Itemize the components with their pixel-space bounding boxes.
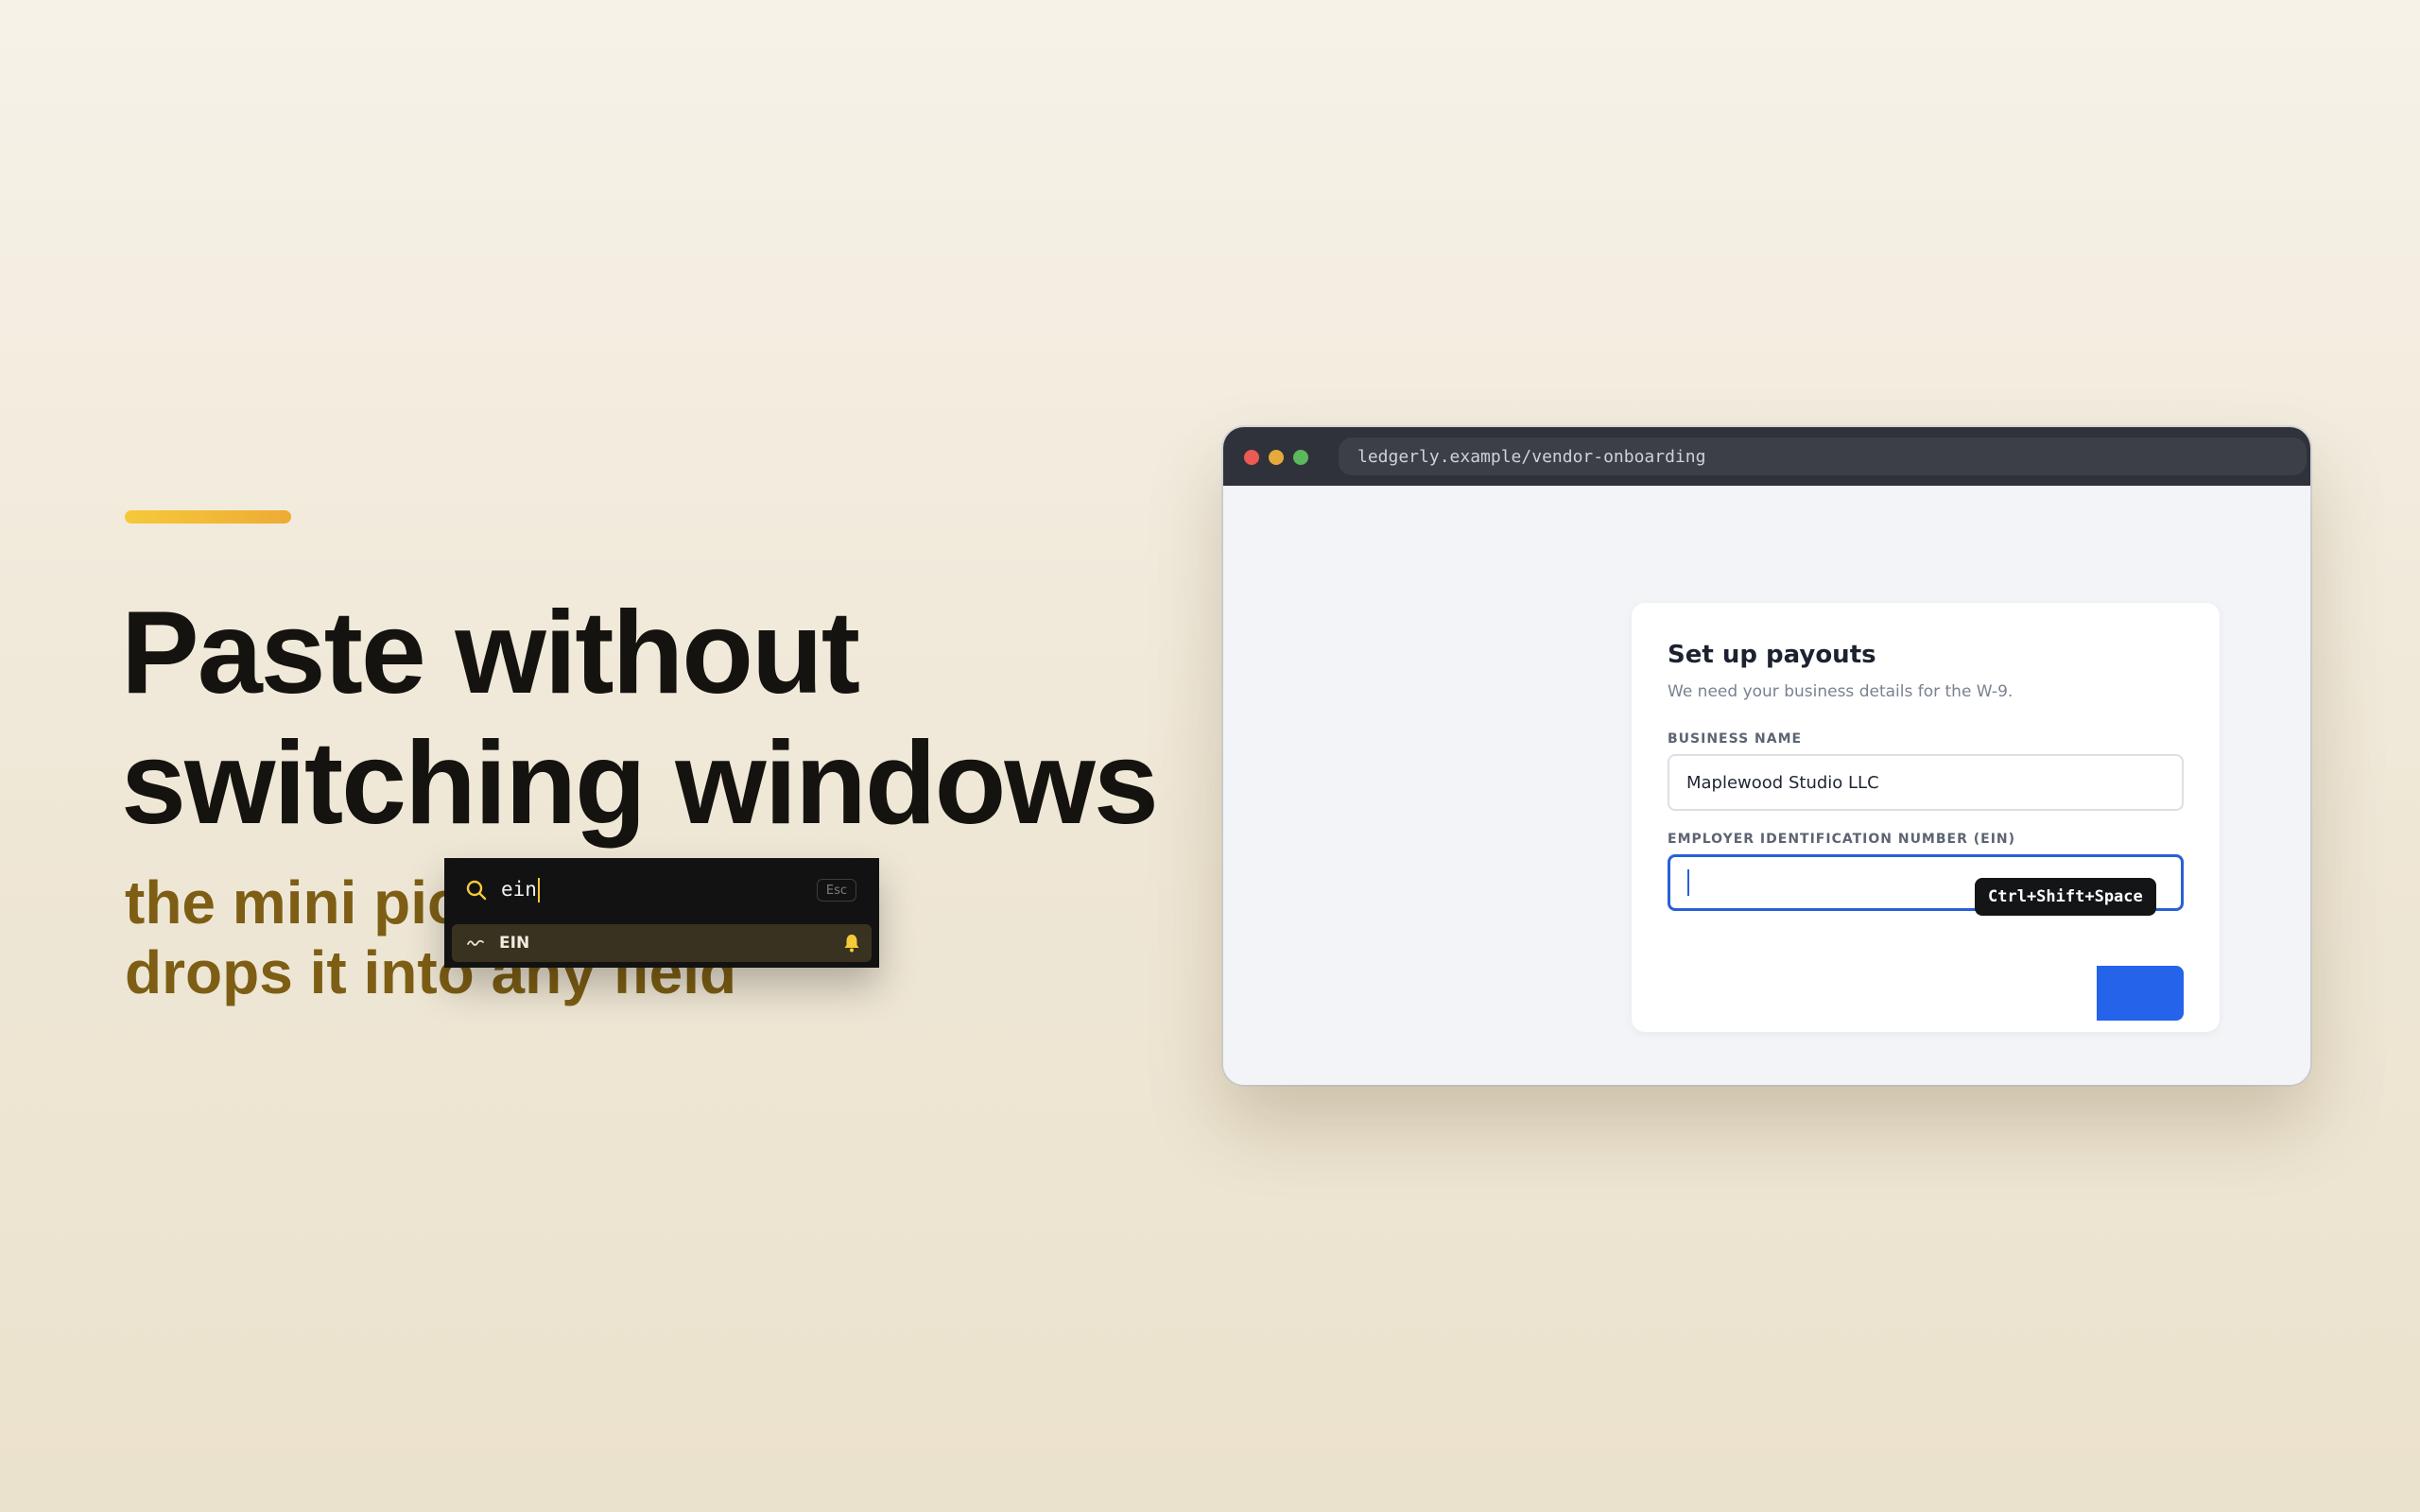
minimize-window-button[interactable] — [1269, 450, 1284, 465]
browser-titlebar: ledgerly.example/vendor-onboarding — [1223, 427, 2310, 486]
picker-query-text: ein — [501, 878, 537, 901]
business-name-input[interactable]: Maplewood Studio LLC — [1668, 754, 2184, 811]
browser-window: ledgerly.example/vendor-onboarding Set u… — [1223, 427, 2310, 1085]
shortcut-badge: Ctrl+Shift+Space — [1975, 878, 2156, 916]
maximize-window-button[interactable] — [1293, 450, 1308, 465]
headline-line-1: Paste without — [121, 588, 860, 718]
wave-icon — [467, 939, 484, 946]
url-text: ledgerly.example/vendor-onboarding — [1357, 446, 1706, 467]
picker-result-item[interactable]: EIN — [452, 924, 872, 962]
page-viewport: Set up payouts We need your business det… — [1223, 486, 2310, 1085]
picker-search-input[interactable]: ein — [501, 877, 540, 902]
text-caret — [1687, 869, 1689, 896]
picker-item-label: EIN — [499, 934, 530, 953]
query-caret — [537, 878, 540, 902]
bell-icon — [844, 935, 859, 953]
esc-label: Esc — [825, 883, 847, 898]
shortcut-label: Ctrl+Shift+Space — [1988, 887, 2143, 906]
business-name-value: Maplewood Studio LLC — [1686, 772, 1879, 793]
close-window-button[interactable] — [1244, 450, 1259, 465]
ein-label: EMPLOYER IDENTIFICATION NUMBER (EIN) — [1668, 832, 2016, 847]
accent-bar — [125, 510, 291, 524]
payout-form-card: Set up payouts We need your business det… — [1632, 603, 2220, 1032]
search-icon — [466, 880, 487, 901]
business-name-label: BUSINESS NAME — [1668, 731, 1803, 747]
headline: Paste without switching windows — [121, 588, 1199, 849]
submit-button[interactable] — [2097, 966, 2184, 1021]
form-title: Set up payouts — [1668, 641, 1876, 669]
form-subtitle: We need your business details for the W-… — [1668, 682, 2014, 701]
headline-line-2: switching windows — [121, 718, 1159, 849]
address-bar[interactable]: ledgerly.example/vendor-onboarding — [1339, 438, 2307, 475]
mini-picker: ein Esc EIN — [444, 858, 879, 968]
esc-key-hint[interactable]: Esc — [816, 879, 856, 902]
picker-search-bar[interactable]: ein Esc — [444, 858, 879, 920]
